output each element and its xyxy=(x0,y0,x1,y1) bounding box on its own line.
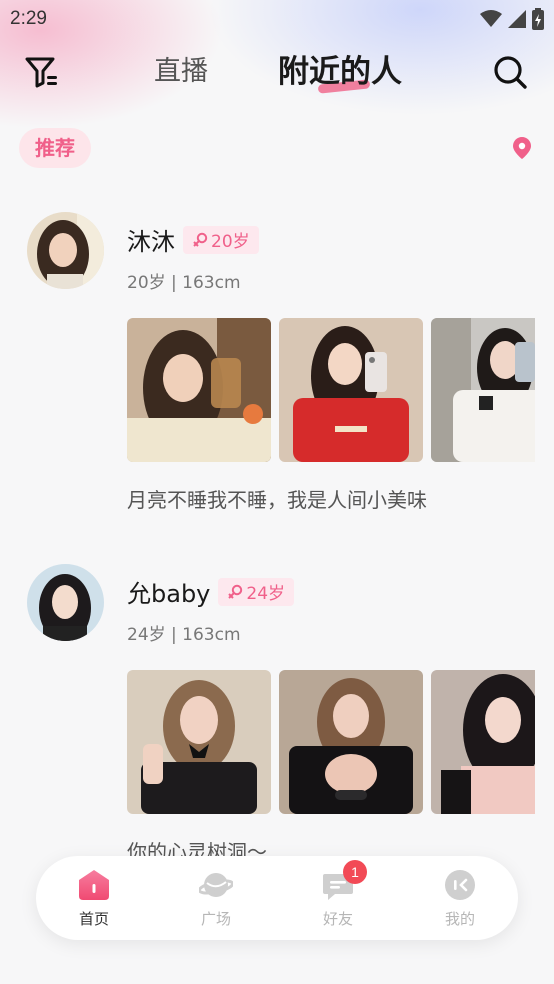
tab-live[interactable]: 直播 xyxy=(154,52,208,92)
recommend-chip[interactable]: 推荐 xyxy=(19,128,91,168)
profile-photo[interactable] xyxy=(279,670,423,814)
avatar[interactable] xyxy=(27,564,104,641)
nav-label-friends: 好友 xyxy=(322,910,353,928)
status-time: 2:29 xyxy=(10,8,47,29)
search-icon xyxy=(494,56,527,89)
photo-strip xyxy=(127,318,535,462)
filter-icon xyxy=(25,57,57,88)
female-icon xyxy=(228,584,243,599)
location-button[interactable] xyxy=(513,137,531,163)
nav-label-me: 我的 xyxy=(444,910,475,928)
profile-photo[interactable] xyxy=(431,670,535,814)
unread-badge: 1 xyxy=(343,860,367,884)
search-button[interactable] xyxy=(490,52,530,92)
status-bar: 2:29 xyxy=(0,0,554,38)
female-icon xyxy=(193,232,208,247)
wifi-icon xyxy=(480,10,502,27)
signal-icon xyxy=(508,10,526,28)
profile-name: 允baby xyxy=(127,580,211,608)
age-badge: 20岁 xyxy=(183,225,259,254)
filter-button[interactable] xyxy=(22,52,62,92)
name-row: 沐沐 20岁 xyxy=(127,222,259,257)
age-badge: 24岁 xyxy=(218,577,295,606)
nav-item-home[interactable]: 首页 xyxy=(54,868,134,932)
top-header: 直播 附近的人 xyxy=(0,38,554,108)
nav-item-me[interactable]: 我的 xyxy=(420,868,500,932)
nav-item-plaza[interactable]: 广场 xyxy=(176,868,256,932)
profile-icon xyxy=(443,868,477,902)
name-row: 允baby 24岁 xyxy=(127,574,295,609)
location-pin-icon xyxy=(513,137,531,159)
profile-photo[interactable] xyxy=(127,318,271,462)
planet-icon xyxy=(197,868,235,902)
nav-label-home: 首页 xyxy=(78,910,109,928)
profile-name: 沐沐 xyxy=(127,228,175,256)
profile-bio: 月亮不睡我不睡，我是人间小美味 xyxy=(127,488,427,512)
chat-icon: 1 xyxy=(321,860,367,902)
age-badge-label: 24岁 xyxy=(246,584,286,604)
profile-photo[interactable] xyxy=(279,318,423,462)
nav-label-plaza: 广场 xyxy=(200,910,231,928)
filter-bar: 推荐 xyxy=(0,124,554,172)
age-badge-label: 20岁 xyxy=(211,232,250,252)
profile-card[interactable]: 沐沐 20岁 20岁 | 163cm 月亮不睡我不睡，我是人间小美味 xyxy=(0,190,554,542)
avatar[interactable] xyxy=(27,212,104,289)
nav-item-friends[interactable]: 1 好友 xyxy=(298,860,378,932)
tab-nearby[interactable]: 附近的人 xyxy=(278,52,402,92)
profile-photo[interactable] xyxy=(127,670,271,814)
home-icon xyxy=(77,868,111,902)
status-icons xyxy=(480,8,544,30)
profile-meta: 24岁 | 163cm xyxy=(127,625,241,645)
battery-icon xyxy=(532,8,544,30)
profile-card[interactable]: 允baby 24岁 24岁 | 163cm 你的心灵树洞～ xyxy=(0,542,554,894)
nearby-feed: 沐沐 20岁 20岁 | 163cm 月亮不睡我不睡，我是人间小美味 允baby… xyxy=(0,190,554,894)
bottom-nav: 首页 广场 1 好友 我的 xyxy=(36,856,518,940)
profile-photo[interactable] xyxy=(431,318,535,462)
profile-meta: 20岁 | 163cm xyxy=(127,273,241,293)
photo-strip xyxy=(127,670,535,814)
